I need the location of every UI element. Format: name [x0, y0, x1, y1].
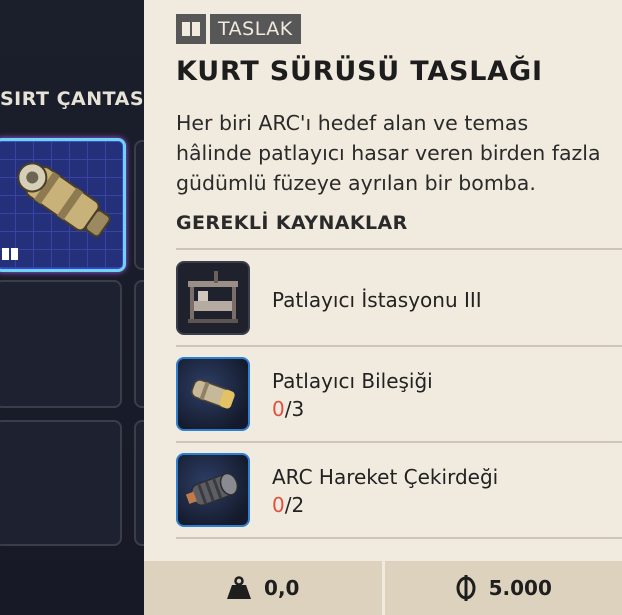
coin-icon: [456, 575, 476, 601]
wolfpack-blueprint-item-icon: [17, 162, 111, 238]
inventory-slot[interactable]: [0, 420, 122, 546]
weight-icon: [227, 576, 252, 599]
quantity-have: 0: [272, 493, 285, 517]
item-type-label: TASLAK: [210, 14, 301, 44]
workbench-icon: [176, 261, 250, 335]
blueprint-badge-icon: [2, 248, 18, 260]
item-description: Her biri ARC'ı hedef alan ve temas hâlin…: [176, 108, 622, 198]
resource-row[interactable]: ARC Hareket Çekirdeği 0/2: [176, 453, 622, 531]
item-detail-panel: TASLAK KURT SÜRÜSÜ TASLAĞI Her biri ARC'…: [144, 0, 622, 615]
divider: [176, 537, 622, 539]
weight-value: 0,0: [264, 576, 300, 600]
divider: [176, 441, 622, 443]
divider: [176, 345, 622, 347]
resource-quantity: 0/2: [272, 493, 304, 517]
inventory-panel: SIRT ÇANTASI: [0, 0, 164, 615]
book-icon: [176, 14, 206, 44]
inventory-slot[interactable]: [0, 280, 122, 408]
item-type-tag: TASLAK: [176, 14, 301, 44]
resource-row[interactable]: Patlayıcı İstasyonu III: [176, 261, 622, 339]
explosive-compound-icon: [176, 357, 250, 431]
item-weight: 0,0: [144, 561, 382, 615]
inventory-slot-selected[interactable]: [0, 138, 126, 272]
quantity-have: 0: [272, 397, 285, 421]
description-line: güdümlü füzeye ayrılan bir bomba.: [176, 171, 536, 195]
divider: [176, 248, 622, 250]
inventory-title: SIRT ÇANTASI: [0, 88, 150, 110]
item-price: 5.000: [385, 561, 622, 615]
resource-quantity: 0/3: [272, 397, 304, 421]
required-resources-title: GEREKLİ KAYNAKLAR: [176, 212, 408, 234]
resource-name: Patlayıcı İstasyonu III: [272, 288, 482, 312]
resource-name: Patlayıcı Bileşiği: [272, 369, 433, 393]
item-footer: 0,0 5.000: [144, 561, 622, 615]
quantity-need: /2: [284, 493, 305, 517]
item-title: KURT SÜRÜSÜ TASLAĞI: [176, 56, 543, 87]
description-line: Her biri ARC'ı hedef alan ve temas: [176, 111, 529, 135]
description-line: hâlinde patlayıcı hasar veren birden faz…: [176, 141, 601, 165]
quantity-need: /3: [284, 397, 305, 421]
price-value: 5.000: [488, 576, 552, 600]
resource-name: ARC Hareket Çekirdeği: [272, 465, 499, 489]
arc-motion-core-icon: [176, 453, 250, 527]
resource-row[interactable]: Patlayıcı Bileşiği 0/3: [176, 357, 622, 435]
